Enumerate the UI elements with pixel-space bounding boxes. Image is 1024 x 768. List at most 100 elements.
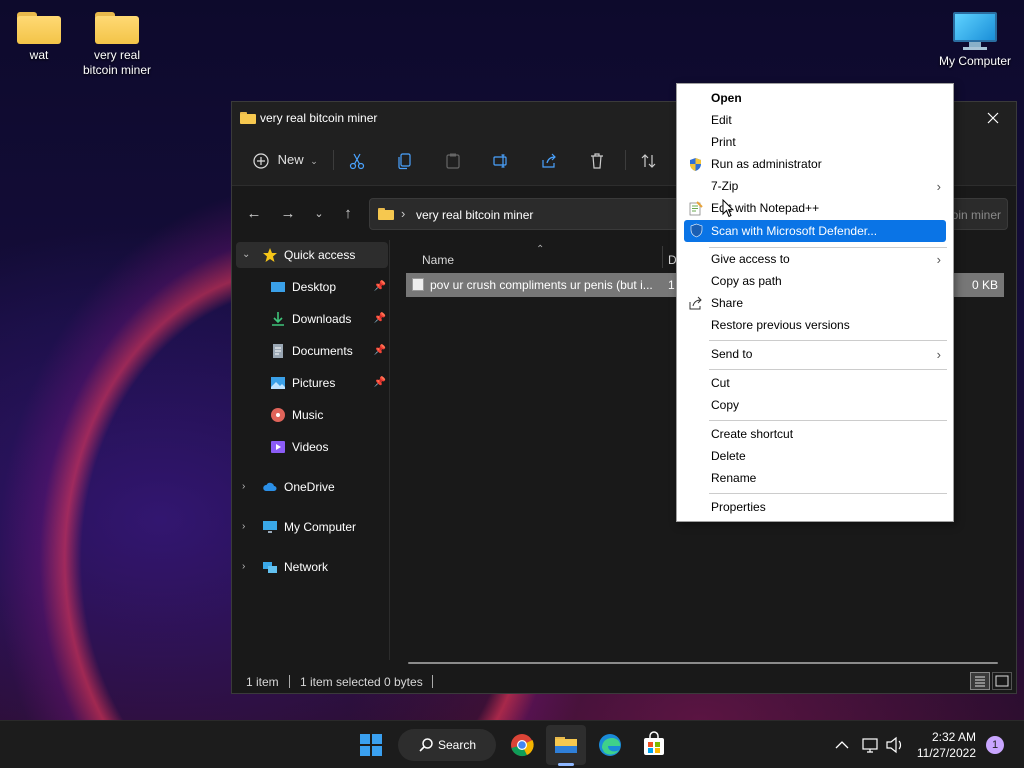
menu-item-label: Run as administrator xyxy=(711,157,822,171)
forward-button[interactable]: → xyxy=(278,204,298,224)
tiles-view-button[interactable] xyxy=(992,672,1012,690)
folder-icon xyxy=(95,10,139,44)
windows-logo-icon xyxy=(360,734,382,756)
address-path: very real bitcoin miner xyxy=(416,208,534,222)
document-icon xyxy=(273,344,283,358)
start-button[interactable] xyxy=(355,729,387,761)
clock-date[interactable]: 11/27/2022 xyxy=(906,746,976,760)
desktop-icon-label: wat xyxy=(29,48,49,62)
menu-item-label: Create shortcut xyxy=(711,427,794,441)
pin-icon: 📌 xyxy=(373,377,386,388)
nav-item-onedrive[interactable]: › OneDrive xyxy=(236,474,388,500)
nav-label: Network xyxy=(284,560,329,574)
chevron-right-icon: › xyxy=(242,561,246,572)
menu-item-cut[interactable]: Cut xyxy=(683,373,947,394)
monitor-icon xyxy=(263,521,277,533)
shield-icon xyxy=(690,158,701,171)
column-header-name[interactable]: Name xyxy=(422,246,454,274)
edge-icon xyxy=(599,734,621,756)
nav-item-desktop[interactable]: Desktop 📌 xyxy=(236,274,388,300)
recent-locations-button[interactable]: ⌄ xyxy=(309,204,329,224)
sort-button[interactable]: Sc xyxy=(640,144,680,199)
up-button[interactable]: ↑ xyxy=(338,204,358,224)
divider xyxy=(625,150,626,170)
menu-item-properties[interactable]: Properties xyxy=(683,497,947,518)
menu-item-share[interactable]: Share xyxy=(683,293,947,314)
store-icon xyxy=(644,731,664,755)
delete-button[interactable] xyxy=(588,144,612,176)
folder-icon xyxy=(378,208,394,220)
copy-button[interactable] xyxy=(396,144,420,176)
new-button[interactable]: New ⌄ xyxy=(252,144,320,176)
menu-item-open[interactable]: Open xyxy=(683,88,947,109)
menu-item-restore-versions[interactable]: Restore previous versions xyxy=(683,315,947,336)
nav-item-quick-access[interactable]: ⌄ Quick access xyxy=(236,242,388,268)
clock-time[interactable]: 2:32 AM xyxy=(906,730,976,744)
window-title: very real bitcoin miner xyxy=(260,111,378,125)
taskbar-search-label: Search xyxy=(438,738,477,752)
column-divider[interactable] xyxy=(662,246,663,268)
menu-item-delete[interactable]: Delete xyxy=(683,446,947,467)
nav-label: Videos xyxy=(292,440,329,454)
desktop-icon-label: My Computer xyxy=(938,54,1012,68)
desktop-icon-label: very real bitcoin miner xyxy=(82,48,152,77)
share-button[interactable] xyxy=(540,144,564,176)
item-count: 1 item xyxy=(246,675,279,689)
menu-item-copy[interactable]: Copy xyxy=(683,395,947,416)
menu-item-label: Open xyxy=(711,91,742,105)
nav-item-network[interactable]: › Network xyxy=(236,554,388,580)
taskbar-file-explorer[interactable] xyxy=(550,729,582,761)
volume-tray-button[interactable] xyxy=(884,729,906,761)
menu-item-7zip[interactable]: 7-Zip › xyxy=(683,176,947,197)
search-placeholder: oin miner xyxy=(951,208,1001,222)
menu-item-send-to[interactable]: Send to › xyxy=(683,344,947,365)
chevron-right-icon: › xyxy=(242,521,246,532)
desktop-icon-bitcoin-miner[interactable]: very real bitcoin miner xyxy=(75,10,159,78)
file-name: pov ur crush compliments ur penis (but i… xyxy=(430,278,653,292)
rename-button[interactable] xyxy=(492,144,516,176)
menu-separator xyxy=(709,340,947,341)
folder-icon xyxy=(17,10,61,44)
nav-item-documents[interactable]: Documents 📌 xyxy=(236,338,388,364)
menu-item-run-as-admin[interactable]: Run as administrator xyxy=(683,154,947,175)
show-hidden-icons-button[interactable] xyxy=(832,729,852,761)
monitor-icon xyxy=(953,10,997,50)
nav-item-pictures[interactable]: Pictures 📌 xyxy=(236,370,388,396)
nav-label: Music xyxy=(292,408,324,422)
menu-item-edit[interactable]: Edit xyxy=(683,110,947,131)
horizontal-scrollbar[interactable] xyxy=(408,662,998,664)
cut-button[interactable] xyxy=(348,144,372,176)
scissors-icon xyxy=(349,153,365,169)
taskbar-search-button[interactable]: Search xyxy=(398,729,496,761)
nav-item-music[interactable]: Music xyxy=(236,402,388,428)
address-bar[interactable]: › very real bitcoin miner xyxy=(369,198,679,230)
menu-item-print[interactable]: Print xyxy=(683,132,947,153)
back-button[interactable]: ← xyxy=(244,204,264,224)
menu-item-give-access[interactable]: Give access to › xyxy=(683,249,947,270)
close-button[interactable] xyxy=(970,102,1016,134)
menu-item-scan-defender[interactable]: Scan with Microsoft Defender... xyxy=(684,220,946,242)
desktop-icon-my-computer[interactable]: My Computer xyxy=(933,10,1017,69)
menu-item-rename[interactable]: Rename xyxy=(683,468,947,489)
sort-ascending-icon: ⌃ xyxy=(536,244,545,255)
chevron-down-icon: ⌄ xyxy=(314,208,324,220)
network-icon xyxy=(263,562,277,573)
menu-item-label: Cut xyxy=(711,376,730,390)
network-tray-button[interactable] xyxy=(860,729,882,761)
menu-item-copy-as-path[interactable]: Copy as path xyxy=(683,271,947,292)
cloud-icon xyxy=(263,482,277,491)
menu-item-create-shortcut[interactable]: Create shortcut xyxy=(683,424,947,445)
notification-badge[interactable]: 1 xyxy=(986,736,1004,754)
desktop-icon-wat[interactable]: wat xyxy=(0,10,81,63)
details-view-button[interactable] xyxy=(970,672,990,690)
menu-item-label: Delete xyxy=(711,449,746,463)
nav-item-my-computer[interactable]: › My Computer xyxy=(236,514,388,540)
taskbar-chrome[interactable] xyxy=(506,729,538,761)
taskbar-store[interactable] xyxy=(638,729,670,761)
nav-item-downloads[interactable]: Downloads 📌 xyxy=(236,306,388,332)
chevron-up-icon xyxy=(835,741,849,749)
taskbar-edge[interactable] xyxy=(594,729,626,761)
nav-item-videos[interactable]: Videos xyxy=(236,434,388,460)
paste-button[interactable] xyxy=(444,144,468,176)
notepad-plus-icon xyxy=(689,201,703,216)
